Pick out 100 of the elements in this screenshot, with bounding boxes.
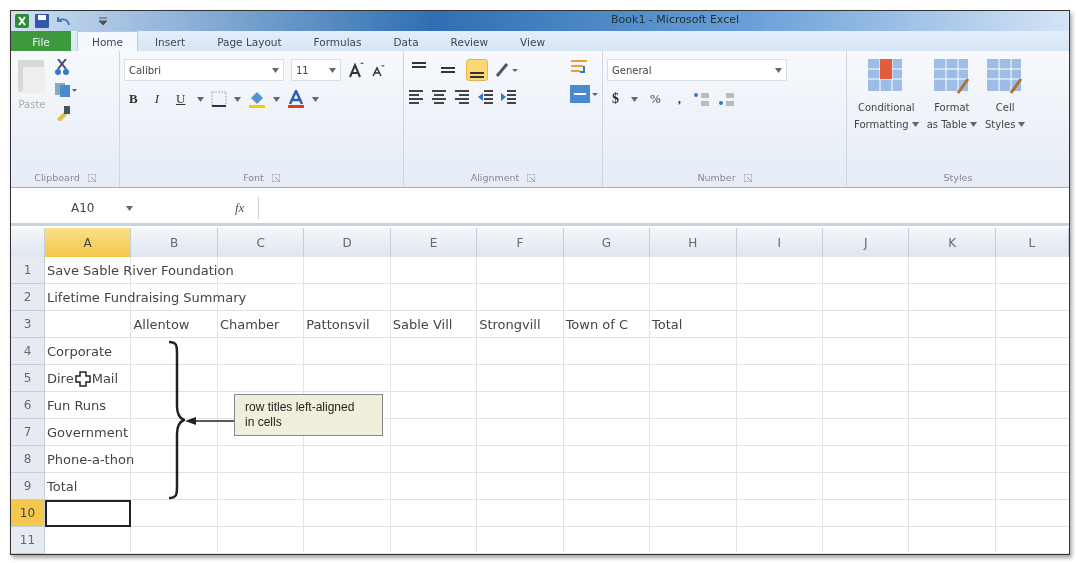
caret-icon[interactable] [911, 122, 919, 127]
save-icon[interactable] [35, 14, 49, 28]
column-header[interactable]: D [304, 228, 391, 257]
cell-text: Strongvill [479, 317, 541, 332]
row-header[interactable]: 1 [11, 257, 45, 284]
column-header[interactable]: B [131, 228, 218, 257]
row-header[interactable]: 3 [11, 311, 45, 338]
window-title: Book1 - Microsoft Excel [611, 13, 740, 26]
styles-button[interactable]: Format as Table [923, 55, 980, 172]
column-header[interactable]: F [477, 228, 564, 257]
column-header[interactable]: C [217, 228, 305, 257]
cell-text: Mail [91, 371, 119, 386]
column-header[interactable]: A [45, 228, 132, 257]
group-label: Styles [943, 172, 973, 183]
align-lines-icon[interactable] [431, 89, 447, 105]
orientation-icon[interactable] [495, 62, 519, 78]
caret-icon[interactable] [234, 96, 242, 102]
cell-text: Chamber [219, 317, 280, 332]
row-header[interactable]: 2 [11, 284, 45, 311]
row-header[interactable]: 11 [11, 527, 45, 554]
underline-button[interactable]: U [171, 89, 191, 109]
comma-button[interactable]: , [672, 89, 687, 109]
caret-icon[interactable] [272, 67, 279, 73]
currency-button[interactable]: $ [607, 89, 624, 109]
row-header[interactable]: 9 [11, 473, 45, 500]
cursor-icon [74, 370, 91, 387]
caret-icon[interactable] [312, 96, 320, 102]
increase-decimal-icon[interactable] [693, 91, 712, 107]
insert-function-button[interactable]: fx [229, 199, 251, 217]
shrink-font-icon[interactable] [371, 63, 385, 77]
cell-text: Allentow [133, 317, 190, 332]
caret-icon[interactable] [273, 96, 281, 102]
align-lines-icon [440, 67, 456, 73]
cell-text: Total [652, 317, 683, 332]
row-header[interactable]: 5 [11, 365, 45, 392]
align-lines-icon [469, 72, 485, 78]
percent-button[interactable]: % [645, 89, 666, 109]
borders-icon[interactable] [211, 91, 228, 107]
column-header[interactable]: H [650, 228, 737, 257]
cell-text: Corporate [47, 344, 112, 359]
caret-icon[interactable] [1018, 122, 1026, 127]
group-label: Number [697, 172, 736, 183]
clipboard-icon [17, 57, 47, 93]
font-color-icon[interactable] [287, 90, 306, 108]
copy-icon[interactable] [55, 83, 77, 97]
fill-color-icon[interactable] [248, 90, 267, 108]
increase-indent-icon[interactable] [500, 89, 516, 105]
ribbon-tab[interactable]: Insert [140, 31, 201, 51]
font-name-box[interactable]: Calibri [124, 59, 284, 81]
cell-text: Sable Vill [392, 317, 453, 332]
excel-icon[interactable] [15, 14, 29, 28]
cell-text: Total [47, 479, 78, 494]
cell-text: Dire [47, 371, 74, 386]
scissors-icon[interactable] [55, 59, 69, 75]
cell-text: Government [47, 425, 129, 440]
row-header[interactable]: 4 [11, 338, 45, 365]
cell-text: Pattonsvil [306, 317, 370, 332]
styles-button[interactable]: Conditional Formatting [851, 55, 922, 172]
caret-icon[interactable] [197, 96, 205, 102]
customize-icon[interactable] [99, 17, 107, 25]
undo-icon[interactable] [55, 15, 71, 27]
font-size-box[interactable]: 11 [291, 59, 341, 81]
group-label: Font [243, 172, 264, 183]
merge-cells-icon[interactable] [570, 85, 598, 103]
align-lines-icon[interactable] [454, 89, 470, 105]
number-format-box[interactable]: General [607, 59, 787, 81]
caret-icon[interactable] [631, 96, 638, 102]
column-header[interactable]: I [736, 228, 823, 257]
row-header[interactable]: 7 [11, 419, 45, 446]
ribbon-tab[interactable]: Review [435, 31, 504, 51]
caret-icon[interactable] [329, 67, 336, 73]
ribbon-tab[interactable]: View [505, 31, 560, 51]
selected-cell[interactable] [45, 500, 132, 527]
column-header[interactable]: E [390, 228, 478, 257]
row-header[interactable]: 6 [11, 392, 45, 419]
caret-icon[interactable] [775, 67, 782, 73]
italic-button[interactable]: I [149, 89, 164, 109]
ribbon-tab[interactable]: Page Layout [202, 31, 297, 51]
cell-text: Fun Runs [47, 398, 107, 413]
ribbon-tab[interactable]: Data [378, 31, 434, 51]
group-label: Alignment [470, 172, 520, 183]
row-header[interactable]: 8 [11, 446, 45, 473]
column-header[interactable]: K [909, 228, 996, 257]
caret-icon[interactable] [970, 122, 977, 127]
decrease-decimal-icon[interactable] [718, 91, 737, 107]
decrease-indent-icon[interactable] [477, 89, 493, 105]
ribbon-tab[interactable]: Formulas [298, 31, 377, 51]
grow-font-icon[interactable] [348, 62, 364, 78]
brace-icon [167, 340, 185, 500]
caret-icon[interactable] [126, 205, 133, 211]
bold-button[interactable]: B [124, 89, 143, 109]
styles-button[interactable]: Cell Styles [982, 55, 1029, 172]
ribbon-tab[interactable]: Home [77, 31, 138, 51]
column-header[interactable]: G [563, 228, 651, 257]
column-header[interactable]: J [822, 228, 910, 257]
format-painter-icon[interactable] [55, 105, 71, 121]
align-lines-icon[interactable] [408, 89, 424, 105]
row-header[interactable]: 10 [11, 500, 45, 527]
column-header[interactable]: L [995, 228, 1069, 257]
vertical-align-button[interactable] [466, 59, 488, 81]
